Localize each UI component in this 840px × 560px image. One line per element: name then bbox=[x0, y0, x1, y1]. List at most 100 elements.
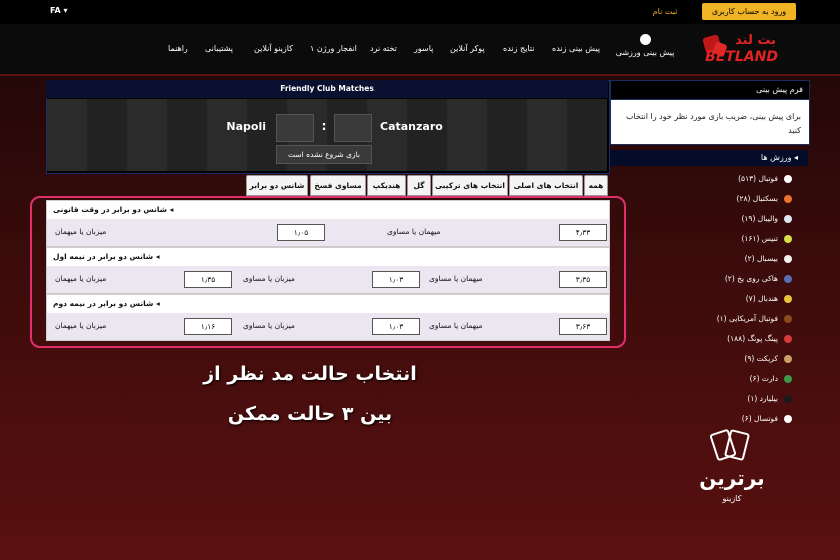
soccer-ball-icon bbox=[639, 34, 651, 45]
tab-all[interactable]: همه bbox=[584, 175, 608, 196]
sidebar-sport-label: بیلیارد (۱) bbox=[747, 394, 778, 403]
sidebar-sport-item[interactable]: بسکتبال (۲۸) bbox=[610, 190, 800, 208]
sport-icon bbox=[784, 235, 792, 243]
odd-button[interactable]: ۱٫۰۳ bbox=[372, 271, 420, 288]
market-row: میهمان یا مساوی ۳٫۳۵ میزبان یا مساوی ۱٫۰… bbox=[47, 266, 609, 293]
sidebar-sport-label: پینگ پونگ (۱۸۸) bbox=[727, 334, 778, 343]
sport-icon bbox=[784, 375, 792, 383]
sidebar-sport-item[interactable]: فوتبال آمریکایی (۱) bbox=[610, 310, 800, 328]
score-separator: : bbox=[321, 119, 327, 133]
nav-support[interactable]: پشتیبانی bbox=[205, 44, 233, 53]
tab-goals[interactable]: گل bbox=[407, 175, 431, 196]
market-double-chance-second-half: شانس دو برابر در نیمه دوم ◂ میهمان یا مس… bbox=[46, 294, 610, 341]
sidebar-sport-item[interactable]: کریکت (۹) bbox=[610, 350, 800, 368]
sidebar-sport-label: فوتبال (۵۱۳) bbox=[738, 174, 778, 183]
sidebar-sport-label: دارت (۶) bbox=[749, 374, 778, 383]
away-team: Catanzaro bbox=[380, 120, 443, 133]
nav-live-results[interactable]: نتایج زنده bbox=[503, 44, 535, 53]
bet-slip-body: برای پیش بینی، ضریب بازی مورد نظر خود را… bbox=[610, 99, 810, 145]
sidebar-sport-label: والیبال (۱۹) bbox=[741, 214, 778, 223]
sidebar-sport-item[interactable]: دارت (۶) bbox=[610, 370, 800, 388]
watermark-title: برترین bbox=[699, 466, 765, 490]
outcome-label: میزبان یا مساوی bbox=[243, 274, 295, 283]
sport-icon bbox=[784, 415, 792, 423]
odd-button[interactable]: ۳٫۳۵ bbox=[559, 271, 607, 288]
sidebar-sport-item[interactable]: پینگ پونگ (۱۸۸) bbox=[610, 330, 800, 348]
tab-double-chance[interactable]: شانس دو برابر bbox=[246, 175, 308, 196]
sport-icon bbox=[784, 295, 792, 303]
bet-slip-hint: برای پیش بینی، ضریب بازی مورد نظر خود را… bbox=[625, 112, 801, 135]
odd-button[interactable]: ۱٫۱۶ bbox=[184, 318, 232, 335]
nav-crash-v1[interactable]: انفجار ورژن ۱ bbox=[310, 44, 357, 53]
outcome-label: میزبان یا مساوی bbox=[243, 321, 295, 330]
caption-line-2: بین ۳ حالت ممکن bbox=[227, 403, 393, 425]
outcome-label: میهمان یا مساوی bbox=[429, 274, 483, 283]
sidebar-sport-item[interactable]: فوتسال (۶) bbox=[610, 410, 800, 428]
register-link[interactable]: ثبت نام bbox=[640, 4, 690, 19]
login-button[interactable]: ورود به حساب کاربری bbox=[702, 3, 796, 20]
away-score-box bbox=[334, 114, 372, 142]
market-row: میهمان یا مساوی ۳٫۶۳ میزبان یا مساوی ۱٫۰… bbox=[47, 313, 609, 340]
sport-icon bbox=[784, 175, 792, 183]
logo-text-fa: بت لند bbox=[735, 33, 776, 48]
caption-line-1: انتخاب حالت مد نظر از bbox=[203, 363, 417, 385]
sport-icon bbox=[784, 355, 792, 363]
betland-logo[interactable]: بت لند BETLAND bbox=[702, 33, 782, 67]
nav-help[interactable]: راهنما bbox=[168, 44, 188, 53]
playing-cards-icon bbox=[709, 429, 750, 461]
sports-list-title[interactable]: ورزش ها ◂ bbox=[610, 150, 808, 166]
nav-sports-prediction-label: پیش بینی ورزشی bbox=[615, 48, 675, 57]
sidebar-sport-label: هندبال (۷) bbox=[745, 294, 778, 303]
logo-text-en: BETLAND bbox=[705, 49, 778, 65]
nav-sports-prediction[interactable]: پیش بینی ورزشی bbox=[610, 34, 680, 57]
outcome-label: میزبان یا میهمان bbox=[55, 321, 107, 330]
tab-handicap[interactable]: هندیکپ bbox=[367, 175, 406, 196]
odd-button[interactable]: ۴٫۳۳ bbox=[559, 224, 607, 241]
league-title: Friendly Club Matches bbox=[46, 80, 608, 98]
home-team: Napoli bbox=[226, 120, 266, 133]
nav-online-poker[interactable]: پوکر آنلاین bbox=[450, 44, 485, 53]
sidebar-sport-item[interactable]: بیسبال (۲) bbox=[610, 250, 800, 268]
match-status: بازی شروع نشده است bbox=[276, 145, 372, 164]
sidebar-sport-item[interactable]: بیلیارد (۱) bbox=[610, 390, 800, 408]
outcome-label: میهمان یا مساوی bbox=[387, 227, 441, 236]
sidebar-sport-label: تنیس (۱۶۱) bbox=[741, 234, 778, 243]
market-title[interactable]: شانس دو برابر در نیمه اول ◂ bbox=[47, 248, 609, 266]
sidebar-sport-item[interactable]: فوتبال (۵۱۳) bbox=[610, 170, 800, 188]
bet-slip-title: فرم پیش بینی bbox=[610, 80, 810, 100]
outcome-label: میزبان یا میهمان bbox=[55, 274, 107, 283]
sidebar-sport-label: بسکتبال (۲۸) bbox=[736, 194, 779, 203]
odd-button[interactable]: ۱٫۰۵ bbox=[277, 224, 325, 241]
tab-main-picks[interactable]: انتخاب های اصلی bbox=[509, 175, 583, 196]
sidebar-sport-item[interactable]: والیبال (۱۹) bbox=[610, 210, 800, 228]
home-score-box bbox=[276, 114, 314, 142]
outcome-label: میهمان یا مساوی bbox=[429, 321, 483, 330]
outcome-label: میزبان یا میهمان bbox=[55, 227, 107, 236]
tab-combined-picks[interactable]: انتخاب های ترکیبی bbox=[432, 175, 508, 196]
odd-button[interactable]: ۱٫۳۵ bbox=[184, 271, 232, 288]
sidebar-sport-label: کریکت (۹) bbox=[744, 354, 778, 363]
sport-icon bbox=[784, 255, 792, 263]
sport-icon bbox=[784, 335, 792, 343]
sport-icon bbox=[784, 315, 792, 323]
sidebar-sport-label: فوتبال آمریکایی (۱) bbox=[716, 314, 778, 323]
sidebar-sport-item[interactable]: هاکی روی یخ (۲) bbox=[610, 270, 800, 288]
bet-slip-title-label: فرم پیش بینی bbox=[756, 85, 803, 94]
sport-icon bbox=[784, 215, 792, 223]
market-title[interactable]: شانس دو برابر در نیمه دوم ◂ bbox=[47, 295, 609, 313]
market-double-chance-first-half: شانس دو برابر در نیمه اول ◂ میهمان یا مس… bbox=[46, 247, 610, 294]
market-row: میهمان یا مساوی ۴٫۳۳ میزبان یا میهمان ۱٫… bbox=[47, 219, 609, 246]
odd-button[interactable]: ۱٫۰۳ bbox=[372, 318, 420, 335]
language-selector[interactable]: FA ▾ bbox=[50, 4, 68, 18]
market-title[interactable]: شانس دو برابر در وقت قانونی ◂ bbox=[47, 201, 609, 219]
nav-pasoor[interactable]: پاسور bbox=[414, 44, 433, 53]
market-double-chance-regular: شانس دو برابر در وقت قانونی ◂ میهمان یا … bbox=[46, 200, 610, 247]
nav-online-casino[interactable]: کازینو آنلاین bbox=[254, 44, 293, 53]
sidebar-sport-item[interactable]: تنیس (۱۶۱) bbox=[610, 230, 800, 248]
tab-draw-no-bet[interactable]: مساوی فسخ bbox=[310, 175, 366, 196]
sidebar-sport-item[interactable]: هندبال (۷) bbox=[610, 290, 800, 308]
nav-backgammon[interactable]: تخته نرد bbox=[370, 44, 397, 53]
odd-button[interactable]: ۳٫۶۳ bbox=[559, 318, 607, 335]
sidebar-sport-label: بیسبال (۲) bbox=[744, 254, 778, 263]
nav-live-betting[interactable]: پیش بینی زنده bbox=[552, 44, 600, 53]
